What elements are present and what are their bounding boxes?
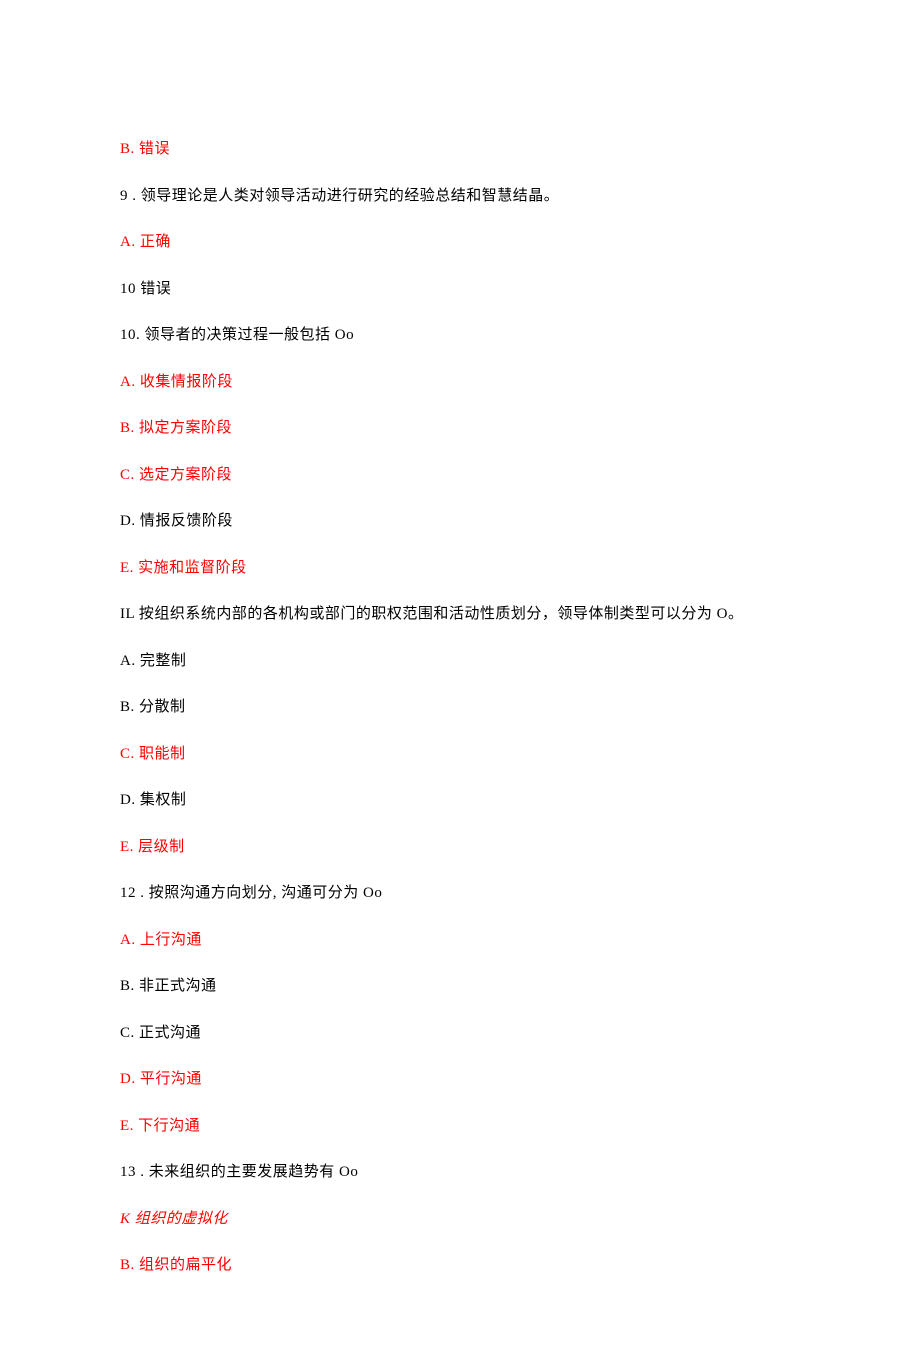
option-text: A. 完整制: [120, 650, 800, 673]
option-text: B. 错误: [120, 138, 800, 161]
question-text: 13 . 未来组织的主要发展趋势有 Oo: [120, 1161, 800, 1184]
option-text: K 组织的虚拟化: [120, 1208, 800, 1231]
option-text: A. 正确: [120, 231, 800, 254]
question-text: 12 . 按照沟通方向划分, 沟通可分为 Oo: [120, 882, 800, 905]
option-text: E. 层级制: [120, 836, 800, 859]
option-text: D. 集权制: [120, 789, 800, 812]
question-text: IL 按组织系统内部的各机构或部门的职权范围和活动性质划分，领导体制类型可以分为…: [120, 603, 800, 626]
option-text: A. 上行沟通: [120, 929, 800, 952]
option-text: C. 正式沟通: [120, 1022, 800, 1045]
option-text: E. 下行沟通: [120, 1115, 800, 1138]
question-text: 10. 领导者的决策过程一般包括 Oo: [120, 324, 800, 347]
option-text: E. 实施和监督阶段: [120, 557, 800, 580]
document-page: B. 错误 9 . 领导理论是人类对领导活动进行研究的经验总结和智慧结晶。 A.…: [0, 0, 920, 1361]
option-text: B. 拟定方案阶段: [120, 417, 800, 440]
option-text: D. 平行沟通: [120, 1068, 800, 1091]
option-text: C. 职能制: [120, 743, 800, 766]
option-text: 10 错误: [120, 278, 800, 301]
question-text: 9 . 领导理论是人类对领导活动进行研究的经验总结和智慧结晶。: [120, 185, 800, 208]
option-text: B. 组织的扁平化: [120, 1254, 800, 1277]
option-text: A. 收集情报阶段: [120, 371, 800, 394]
option-text: B. 分散制: [120, 696, 800, 719]
option-text: C. 选定方案阶段: [120, 464, 800, 487]
option-text: D. 情报反馈阶段: [120, 510, 800, 533]
option-text: B. 非正式沟通: [120, 975, 800, 998]
